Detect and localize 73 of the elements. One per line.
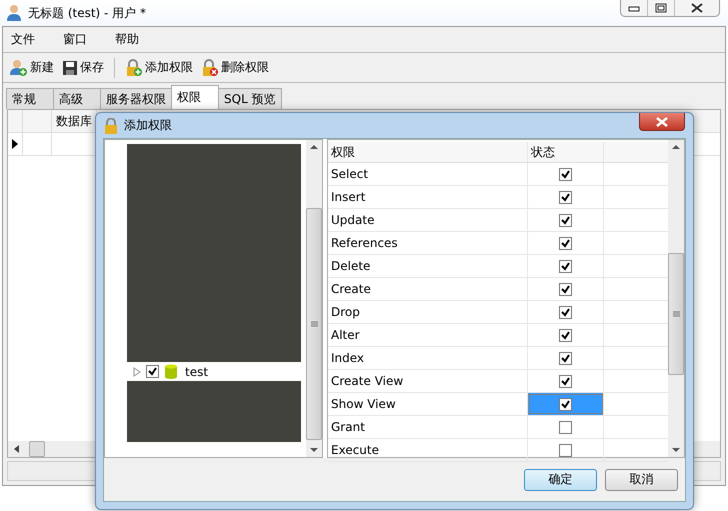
tree-item[interactable]: test bbox=[105, 362, 301, 381]
table-cell: Index bbox=[328, 347, 528, 369]
dialog-button[interactable]: 取消 bbox=[605, 468, 678, 490]
tab[interactable]: SQL 预览 bbox=[218, 88, 282, 109]
table-cell: Select bbox=[328, 163, 528, 185]
table-cell: Grant bbox=[328, 416, 528, 438]
tab[interactable]: 权限 bbox=[171, 85, 219, 109]
lock-icon bbox=[104, 118, 118, 134]
tab[interactable]: 高级 bbox=[53, 88, 101, 109]
dialog-button[interactable]: 确定 bbox=[524, 468, 597, 490]
vertical-scrollbar[interactable] bbox=[306, 140, 322, 457]
grip-icon bbox=[672, 310, 680, 316]
user-icon bbox=[6, 4, 22, 22]
toolbar-button[interactable]: 添加权限 bbox=[123, 58, 195, 76]
checkbox[interactable] bbox=[559, 444, 572, 456]
user-add-icon bbox=[10, 58, 28, 76]
minimize-icon bbox=[628, 4, 640, 12]
floppy-icon bbox=[62, 60, 78, 76]
tree-label: test bbox=[185, 364, 208, 378]
column-header: 权限 bbox=[328, 142, 528, 162]
scroll-thumb[interactable] bbox=[29, 441, 45, 457]
table-cell: Insert bbox=[328, 186, 528, 208]
toolbar-button[interactable]: 保存 bbox=[60, 59, 106, 76]
checkbox[interactable] bbox=[559, 168, 572, 180]
row-indicator-icon bbox=[12, 139, 18, 149]
checkbox[interactable] bbox=[559, 398, 572, 410]
grip-icon bbox=[310, 320, 318, 326]
scroll-up-icon[interactable] bbox=[310, 144, 318, 150]
table-cell: Execute bbox=[328, 439, 528, 461]
toolbar-button[interactable]: 新建 bbox=[8, 58, 56, 76]
scroll-left-icon[interactable] bbox=[13, 445, 21, 453]
close-icon bbox=[655, 116, 669, 126]
vertical-scrollbar[interactable] bbox=[668, 140, 684, 457]
menu-item[interactable]: 文件 bbox=[3, 31, 43, 48]
checkbox[interactable] bbox=[559, 420, 572, 434]
scroll-down-icon[interactable] bbox=[672, 447, 680, 453]
checkbox[interactable] bbox=[559, 352, 572, 364]
lock-add-icon bbox=[125, 58, 143, 76]
tab[interactable]: 常规 bbox=[6, 88, 54, 109]
checkbox[interactable] bbox=[146, 365, 159, 378]
tab[interactable]: 服务器权限 bbox=[100, 88, 172, 109]
window-title: 无标题 (test) - 用户 * bbox=[28, 4, 146, 22]
table-cell: Create View bbox=[328, 370, 528, 392]
scroll-up-icon[interactable] bbox=[672, 144, 680, 150]
scroll-thumb[interactable] bbox=[306, 208, 322, 440]
checkbox[interactable] bbox=[559, 190, 572, 204]
table-cell: Delete bbox=[328, 255, 528, 277]
menu-item[interactable]: 帮助 bbox=[107, 31, 147, 48]
checkbox[interactable] bbox=[559, 236, 572, 250]
checkbox[interactable] bbox=[559, 328, 572, 342]
checkbox[interactable] bbox=[559, 260, 572, 272]
table-cell: References bbox=[328, 232, 528, 254]
table-cell[interactable] bbox=[528, 393, 604, 415]
expand-icon[interactable] bbox=[133, 366, 141, 376]
checkbox[interactable] bbox=[559, 374, 572, 388]
close-icon bbox=[690, 3, 704, 13]
toolbar-button[interactable]: 删除权限 bbox=[199, 58, 271, 76]
scroll-down-icon[interactable] bbox=[310, 447, 318, 453]
checkbox[interactable] bbox=[559, 306, 572, 318]
checkbox[interactable] bbox=[559, 282, 572, 296]
menu-item[interactable]: 窗口 bbox=[55, 31, 95, 48]
dialog-title: 添加权限 bbox=[124, 117, 172, 134]
table-cell: Alter bbox=[328, 324, 528, 346]
scroll-thumb[interactable] bbox=[668, 252, 684, 374]
table-cell: Update bbox=[328, 209, 528, 231]
column-header: 状态 bbox=[528, 142, 604, 162]
checkbox[interactable] bbox=[559, 214, 572, 226]
lock-remove-icon bbox=[201, 58, 219, 76]
table-cell: Create bbox=[328, 278, 528, 300]
database-icon bbox=[164, 364, 178, 379]
maximize-icon bbox=[655, 3, 667, 13]
table-cell: Drop bbox=[328, 301, 528, 323]
close-button[interactable] bbox=[639, 113, 685, 131]
